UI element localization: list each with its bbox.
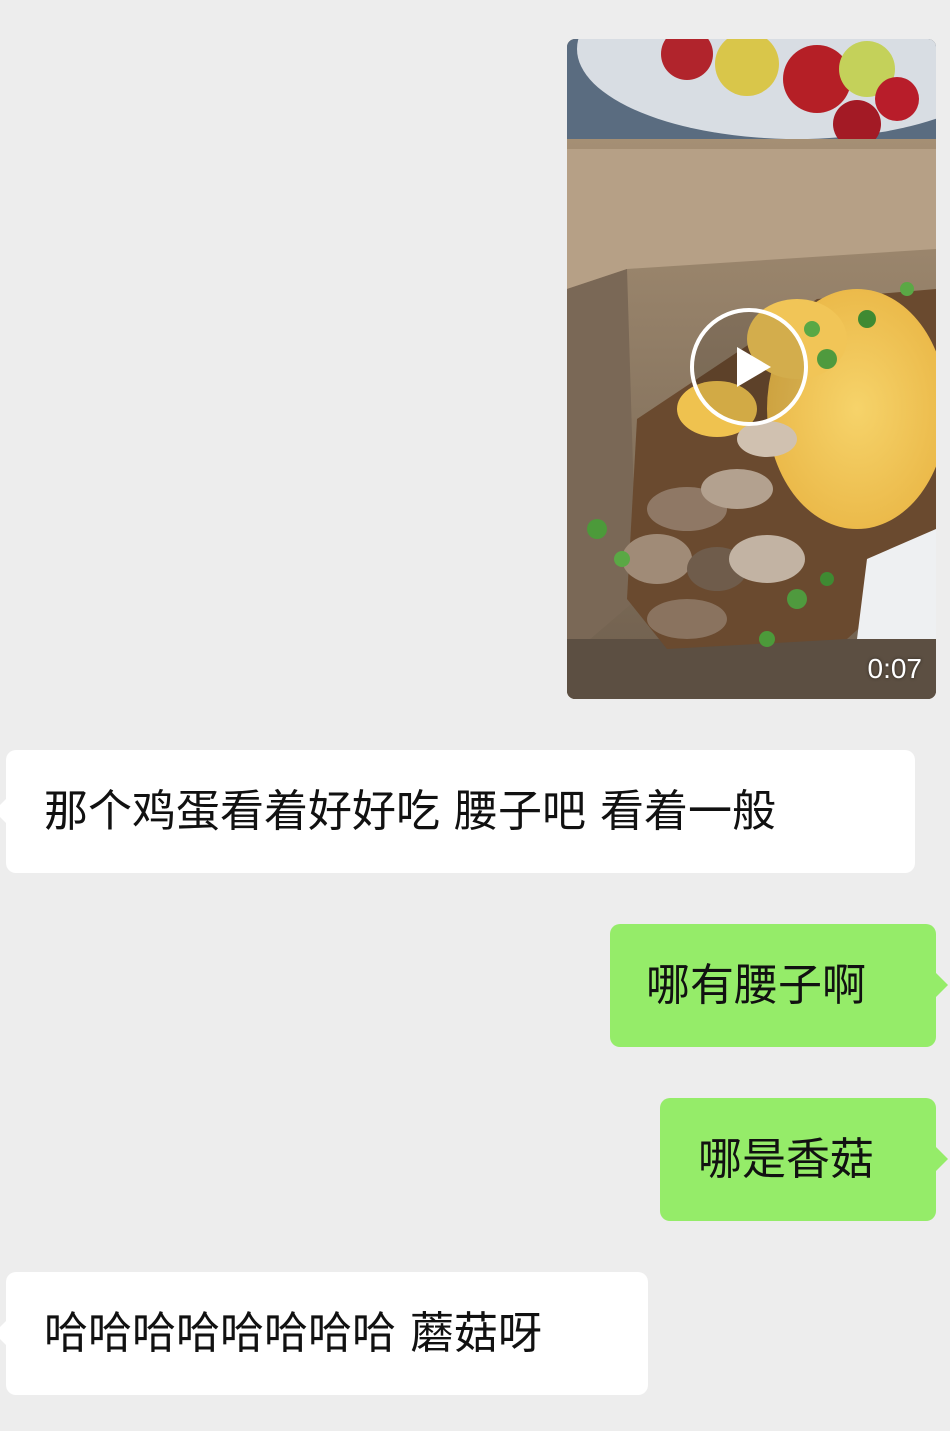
- video-duration: 0:07: [867, 653, 923, 684]
- bubble-tail: [0, 1320, 7, 1346]
- message-text: 哪是香菇: [698, 1133, 874, 1185]
- outgoing-message[interactable]: 哪有腰子啊: [610, 924, 948, 1047]
- play-icon: [737, 347, 771, 387]
- message-text: 哈哈哈哈哈哈哈哈 蘑菇呀: [44, 1307, 542, 1359]
- play-button[interactable]: [690, 308, 808, 426]
- message-text: 哪有腰子啊: [646, 959, 866, 1011]
- incoming-message[interactable]: 那个鸡蛋看着好好吃 腰子吧 看着一般: [0, 750, 915, 873]
- outgoing-message[interactable]: 哪是香菇: [660, 1098, 948, 1221]
- incoming-message[interactable]: 哈哈哈哈哈哈哈哈 蘑菇呀: [0, 1272, 648, 1395]
- bubble-tail: [935, 972, 948, 998]
- video-message[interactable]: 0:07: [567, 39, 936, 699]
- message-text: 那个鸡蛋看着好好吃 腰子吧 看着一般: [44, 785, 776, 837]
- bubble-tail: [0, 798, 7, 824]
- bubble-tail: [935, 1146, 948, 1172]
